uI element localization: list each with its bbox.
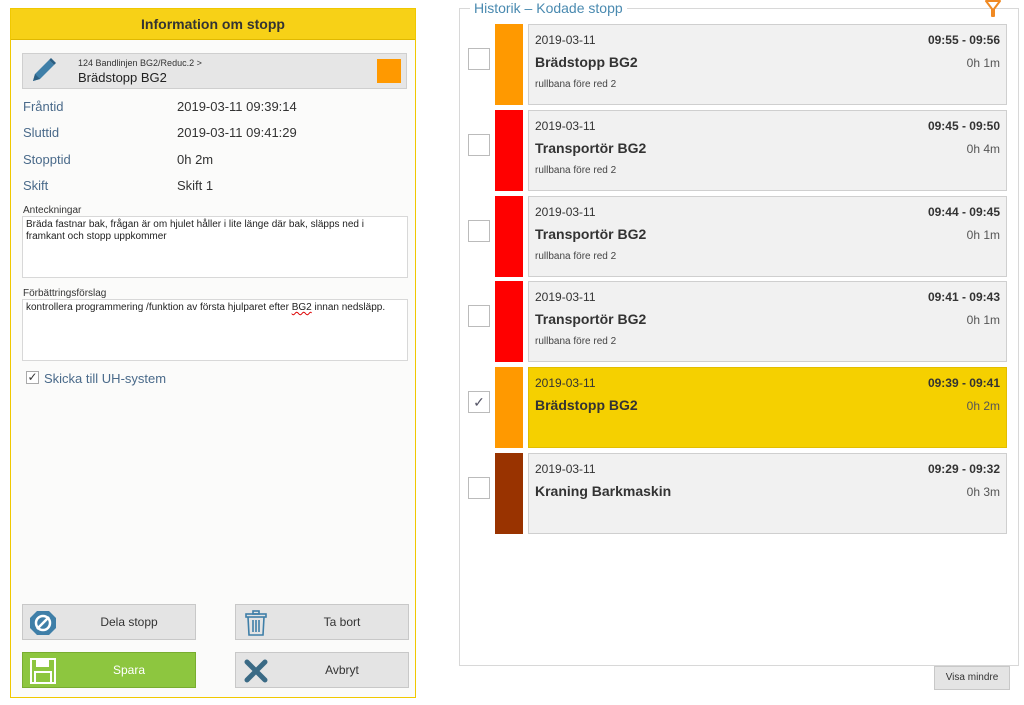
notes-textarea[interactable]: Bräda fastnar bak, frågan är om hjulet h… [22,216,408,278]
panel-title: Information om stopp [11,9,415,40]
history-item-checkbox[interactable]: ✓ [468,391,490,413]
stop-name: Brädstopp BG2 [78,70,167,85]
stop-info-panel: Information om stopp 124 Bandlinjen BG2/… [10,8,416,698]
field-value: 2019-03-11 09:39:14 [177,99,297,114]
field-value: Skift 1 [177,178,214,193]
history-item-card[interactable]: 2019-03-11 09:44 - 09:45 Transportör BG2 0h… [528,196,1007,277]
history-item-color [495,367,523,448]
field-label: Skift [23,178,49,193]
history-item-card[interactable]: 2019-03-11 09:45 - 09:50 Transportör BG2 0h… [528,110,1007,191]
save-button[interactable]: Spara [22,652,196,688]
history-item-duration: 0h 3m [966,485,1000,499]
field-label: Stopptid [23,152,71,167]
history-item-checkbox[interactable] [468,305,490,327]
improvement-textarea[interactable]: kontrollera programmering /funktion av f… [22,299,408,361]
history-item[interactable]: ✓ 2019-03-11 09:39 - 09:41 Brädstopp BG2 0h … [468,367,1008,448]
history-item-date: 2019-03-11 [535,290,596,304]
history-item-color [495,196,523,277]
history-item-location: rullbana före red 2 [535,251,617,262]
improvement-label: Förbättringsförslag [23,288,107,299]
history-item-checkbox[interactable] [468,48,490,70]
improvement-text-post: innan nedsläpp. [311,302,386,313]
delete-button[interactable]: Ta bort [235,604,409,640]
history-item[interactable]: 2019-03-11 09:29 - 09:32 Kraning Barkmaski… [468,453,1008,534]
history-item-duration: 0h 4m [966,142,1000,156]
notes-label: Anteckningar [23,205,82,216]
field-label: Sluttid [23,125,60,140]
history-item-time: 09:41 - 09:43 [927,290,1000,304]
history-item-name: Brädstopp BG2 [535,397,638,413]
history-item-time: 09:29 - 09:32 [927,462,1000,476]
history-item[interactable]: 2019-03-11 09:55 - 09:56 Brädstopp BG2 0h 1… [468,24,1008,105]
history-item-checkbox[interactable] [468,477,490,499]
filter-icon[interactable] [984,0,1002,18]
history-item[interactable]: 2019-03-11 09:45 - 09:50 Transportör BG2 0h… [468,110,1008,191]
stop-code-selector[interactable]: 124 Bandlinjen BG2/Reduc.2 > Brädstopp B… [22,53,407,89]
history-item-card[interactable]: 2019-03-11 09:41 - 09:43 Transportör BG2 0h… [528,281,1007,362]
split-stop-label: Dela stopp [100,615,158,629]
history-item-date: 2019-03-11 [535,33,596,47]
field-label: Fråntid [23,99,64,114]
history-item-duration: 0h 1m [966,56,1000,70]
history-item-duration: 0h 2m [966,399,1000,413]
history-item-location: rullbana före red 2 [535,79,617,90]
history-item-name: Kraning Barkmaskin [535,483,672,499]
history-item-name: Transportör BG2 [535,311,647,327]
history-item-location: rullbana före red 2 [535,336,617,347]
field-value: 2019-03-11 09:41:29 [177,125,297,140]
send-to-uh-checkbox[interactable]: ✓ [26,371,39,384]
history-item-time: 09:45 - 09:50 [927,119,1000,133]
stop-color-swatch [377,59,401,83]
history-item[interactable]: 2019-03-11 09:44 - 09:45 Transportör BG2 0h… [468,196,1008,277]
improvement-text-mark: BG2 [291,302,312,313]
delete-label: Ta bort [323,615,361,629]
history-item-date: 2019-03-11 [535,376,596,390]
history-item-name: Brädstopp BG2 [535,54,638,70]
history-item-checkbox[interactable] [468,220,490,242]
history-item-card[interactable]: 2019-03-11 09:39 - 09:41 Brädstopp BG2 0h 2… [528,367,1007,448]
pencil-icon[interactable] [29,57,61,85]
history-item-time: 09:44 - 09:45 [927,205,1000,219]
history-item-color [495,281,523,362]
save-label: Spara [112,663,146,677]
history-item-date: 2019-03-11 [535,205,596,219]
history-item-time: 09:39 - 09:41 [927,376,1000,390]
history-item-date: 2019-03-11 [535,462,596,476]
history-item-card[interactable]: 2019-03-11 09:29 - 09:32 Kraning Barkmaski… [528,453,1007,534]
history-item-color [495,453,523,534]
show-less-button[interactable]: Visa mindre [934,666,1010,690]
field-value: 0h 2m [177,152,214,167]
history-item[interactable]: 2019-03-11 09:41 - 09:43 Transportör BG2 0h… [468,281,1008,362]
cancel-label: Avbryt [325,663,359,677]
history-item-time: 09:55 - 09:56 [927,33,1000,47]
history-item-duration: 0h 1m [966,313,1000,327]
history-item-color [495,24,523,105]
history-item-card[interactable]: 2019-03-11 09:55 - 09:56 Brädstopp BG2 0h 1… [528,24,1007,105]
history-item-date: 2019-03-11 [535,119,596,133]
stop-path: 124 Bandlinjen BG2/Reduc.2 > [78,58,202,68]
history-title: Historik – Kodade stopp [470,0,627,16]
history-item-checkbox[interactable] [468,134,490,156]
split-stop-button[interactable]: Dela stopp [22,604,196,640]
cancel-button[interactable]: Avbryt [235,652,409,688]
send-to-uh-label: Skicka till UH-system [44,371,167,386]
improvement-text-pre: kontrollera programmering /funktion av f… [26,302,292,313]
history-item-location: rullbana före red 2 [535,165,617,176]
history-item-color [495,110,523,191]
history-item-name: Transportör BG2 [535,226,647,242]
history-item-name: Transportör BG2 [535,140,647,156]
history-item-duration: 0h 1m [966,228,1000,242]
